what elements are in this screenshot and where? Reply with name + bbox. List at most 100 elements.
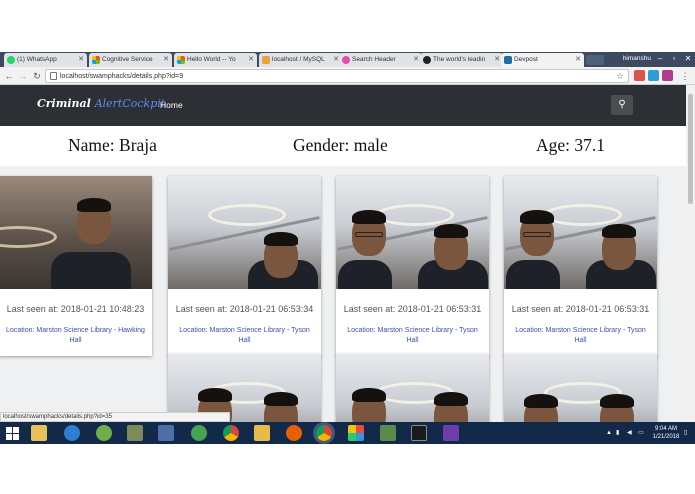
photo-person-hair	[520, 210, 554, 224]
reload-icon[interactable]: ↻	[31, 69, 43, 83]
photo-person-body	[506, 260, 560, 289]
bookmark-star-icon[interactable]: ☆	[616, 70, 624, 83]
search-icon: ⚲	[618, 99, 626, 110]
remote-desktop-icon[interactable]	[158, 425, 174, 441]
browser-tab[interactable]: Search Header ✕	[339, 53, 422, 67]
photo-person-body	[51, 252, 131, 289]
close-icon[interactable]: ✕	[163, 53, 169, 67]
photo-person-hair	[352, 210, 386, 224]
close-icon[interactable]: ✕	[78, 53, 84, 67]
sighting-photo[interactable]	[168, 176, 321, 289]
windows-taskbar: ▲ ▮ ◀ ▭ 9:04 AM 1/21/2018 ▯	[0, 422, 695, 444]
network-icon[interactable]: ▮	[616, 429, 619, 437]
browser-tab-strip: (1) WhatsApp ✕ Cognitive Service ✕ Hello…	[0, 52, 695, 67]
android-studio-icon[interactable]	[96, 425, 112, 441]
browser-tab[interactable]: (1) WhatsApp ✕	[4, 53, 87, 67]
search-button[interactable]: ⚲	[611, 95, 633, 115]
sighting-photo[interactable]	[504, 354, 657, 422]
whatsapp-icon	[7, 56, 15, 64]
photo-person-hair	[524, 394, 558, 408]
browser-tab-title: localhost / MySQL	[272, 56, 325, 63]
windows-start-button[interactable]	[6, 427, 19, 440]
extension-icon[interactable]	[662, 70, 673, 81]
browser-tab-title: Cognitive Service	[102, 56, 153, 63]
location-link[interactable]: Location: Marston Science Library - Tyso…	[168, 326, 321, 356]
forward-icon[interactable]: →	[17, 69, 29, 83]
photo-viewer-icon[interactable]	[380, 425, 396, 441]
browser-tab-title: Search Header	[352, 56, 396, 63]
extension-icon[interactable]	[634, 70, 645, 81]
close-icon[interactable]: ✕	[494, 53, 500, 67]
sightings-grid: Last seen at: 2018-01-21 10:48:23 Locati…	[0, 166, 686, 422]
notes-app-icon[interactable]	[254, 425, 270, 441]
site-brand[interactable]: Criminal AlertCockpit	[37, 97, 165, 110]
browser-tab[interactable]: Hello World -- Yo ✕	[174, 53, 257, 67]
firefox-icon[interactable]	[286, 425, 302, 441]
visual-studio-icon[interactable]	[443, 425, 459, 441]
clock[interactable]: 9:04 AM 1/21/2018	[650, 425, 682, 441]
browser-tab[interactable]: The world's leadin ✕	[420, 53, 503, 67]
github-icon	[423, 56, 431, 64]
browser-toolbar: ← → ↻ localhost/swamphacks/details.php?i…	[0, 67, 695, 85]
photo-person-hair	[434, 392, 468, 406]
nav-home-link[interactable]: Home	[160, 100, 183, 110]
photo-person-hair	[434, 224, 468, 238]
suspect-profile: Name: Braja Gender: male Age: 37.1	[0, 126, 686, 166]
file-explorer-icon[interactable]	[31, 425, 47, 441]
photo-person-glasses	[523, 232, 551, 237]
profile-name[interactable]: himanshu	[623, 53, 651, 65]
browser-tab-active[interactable]: Devpost ✕	[501, 53, 584, 67]
sighting-card	[504, 354, 657, 422]
sighting-card: Last seen at: 2018-01-21 06:53:31 Locati…	[336, 176, 489, 356]
photo-person-glasses	[355, 232, 383, 237]
location-link[interactable]: Location: Marston Science Library - Tyso…	[504, 326, 657, 356]
brand-accent: AlertCockpit	[94, 97, 166, 110]
menu-icon[interactable]: ⋮	[679, 69, 691, 83]
sighting-photo[interactable]	[0, 176, 152, 289]
battery-icon[interactable]: ▭	[638, 429, 644, 437]
photo-person-hair	[77, 198, 111, 212]
link-status-bubble: localhost/swamphacks/details.php?id=35	[0, 412, 230, 422]
microsoft-icon	[177, 56, 185, 64]
notification-icon[interactable]: ▯	[684, 429, 687, 437]
new-tab-button[interactable]	[586, 55, 604, 65]
sighting-card: Last seen at: 2018-01-21 06:53:31 Locati…	[504, 176, 657, 356]
page-info-icon[interactable]	[50, 72, 57, 80]
browser-tab[interactable]: localhost / MySQL ✕	[259, 53, 342, 67]
clock-time: 9:04 AM	[654, 426, 677, 432]
suspect-name: Name: Braja	[68, 135, 157, 155]
pinwheel-app-icon[interactable]	[348, 425, 364, 441]
back-icon[interactable]: ←	[3, 69, 15, 83]
location-link[interactable]: Location: Marston Science Library - Hawk…	[0, 326, 152, 356]
close-icon[interactable]: ✕	[248, 53, 254, 67]
minimize-icon[interactable]: –	[653, 52, 667, 67]
terminal-icon[interactable]	[411, 425, 427, 441]
browser-tab-title: The world's leadin	[433, 56, 486, 63]
page-scrollbar-thumb[interactable]	[688, 94, 693, 204]
system-tray-arrow-icon[interactable]: ▲	[606, 429, 612, 437]
internet-explorer-icon[interactable]	[64, 425, 80, 441]
sighting-card	[336, 354, 489, 422]
photo-person-hair	[198, 388, 232, 402]
sighting-photo[interactable]	[504, 176, 657, 289]
extension-icon[interactable]	[648, 70, 659, 81]
maximize-icon[interactable]: ▫	[667, 52, 681, 67]
browser-tab-title: (1) WhatsApp	[17, 56, 57, 63]
sighting-photo[interactable]	[336, 176, 489, 289]
photo-person-hair	[352, 388, 386, 402]
volume-icon[interactable]: ◀	[627, 429, 632, 437]
sighting-photo[interactable]	[336, 354, 489, 422]
eclipse-icon[interactable]	[191, 425, 207, 441]
suspect-gender: Gender: male	[293, 135, 388, 155]
site-navbar: Criminal AlertCockpit Home ⚲	[0, 85, 686, 126]
network-app-icon[interactable]	[127, 425, 143, 441]
close-window-icon[interactable]: ✕	[681, 52, 695, 67]
chrome-active-icon[interactable]	[316, 425, 332, 441]
location-link[interactable]: Location: Marston Science Library - Tyso…	[336, 326, 489, 356]
close-icon[interactable]: ✕	[413, 53, 419, 67]
close-icon[interactable]: ✕	[575, 53, 581, 67]
browser-tab[interactable]: Cognitive Service ✕	[89, 53, 172, 67]
clock-date: 1/21/2018	[652, 434, 680, 440]
chrome-icon[interactable]	[223, 425, 239, 441]
address-bar[interactable]: localhost/swamphacks/details.php?id=9 ☆	[45, 69, 629, 83]
